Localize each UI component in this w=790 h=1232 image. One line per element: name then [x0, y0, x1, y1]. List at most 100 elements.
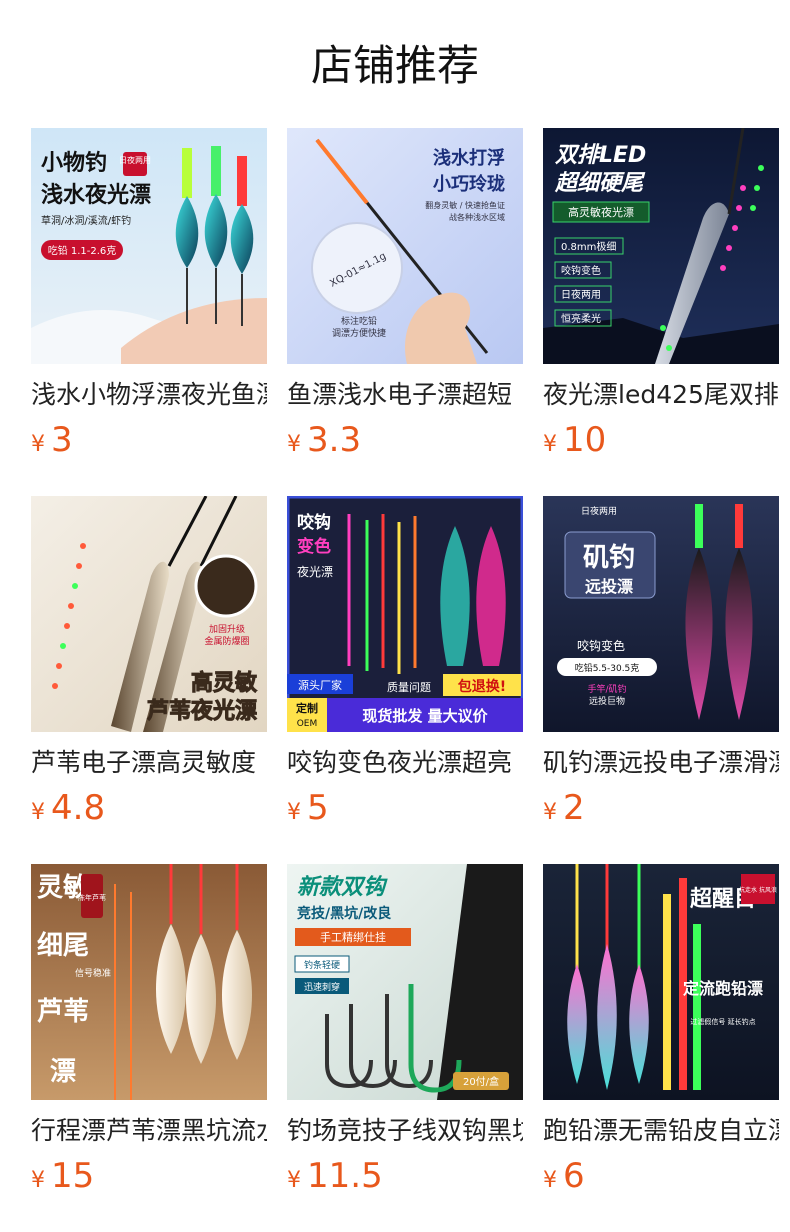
- product-name[interactable]: 行程漂芦苇漂黑坑流水: [31, 1114, 267, 1148]
- img-text: 超细硬尾: [554, 170, 646, 196]
- product-card[interactable]: 灵敏 细尾 芦苇 漂 陈年芦苇 信号稳准 行程漂芦苇漂黑坑流水 ¥15: [31, 864, 267, 1202]
- product-image[interactable]: 双排LED 超细硬尾 高灵敏夜光漂 0.8mm极细 咬钩变色 日夜两用 恒亮柔光: [543, 128, 779, 364]
- price-value: 10: [563, 420, 607, 460]
- product-name[interactable]: 咬钩变色夜光漂超亮: [287, 746, 523, 780]
- img-text: 源头厂家: [298, 678, 342, 692]
- img-text: 新款双钩: [297, 874, 388, 900]
- img-text: 现货批发 量大议价: [362, 707, 488, 725]
- price-value: 3.3: [307, 420, 362, 460]
- product-card[interactable]: 小物钓 日夜两用 浅水夜光漂 草洞/冰洞/溪流/虾钓 吃铅 1.1-2.6克 浅…: [31, 128, 267, 466]
- img-text: 浅水打浮: [433, 147, 505, 169]
- product-price: ¥3.3: [287, 420, 523, 466]
- img-text: 调漂方便快捷: [332, 327, 386, 339]
- img-text: 日夜两用: [581, 505, 617, 517]
- product-name[interactable]: 鱼漂浅水电子漂超短: [287, 378, 523, 412]
- img-text: 浅水夜光漂: [41, 182, 151, 208]
- img-text: 竞技/黑坑/改良: [297, 905, 391, 922]
- product-image[interactable]: XQ-01≈1.1g 浅水打浮 小巧玲珑 翻身灵敏 / 快速抢鱼证 战各种浅水区…: [287, 128, 523, 364]
- product-image[interactable]: 超醒目 定流跑铅漂 抗走水 抗风浪 过滤假信号 延长钓点: [543, 864, 779, 1100]
- product-image[interactable]: 咬钩 变色 夜光漂 源头厂家 质量问题 包退换! 定制 OEM 现货批发 量大议…: [287, 496, 523, 732]
- img-text: 夜光漂: [297, 564, 333, 579]
- img-chip: 恒亮柔光: [561, 312, 601, 325]
- img-text: 标注吃铅: [341, 315, 377, 327]
- img-tag: 抗走水 抗风浪: [739, 886, 777, 894]
- img-text: 手工精绑仕挂: [320, 930, 386, 944]
- product-card[interactable]: 日夜两用 矶钓 远投漂 咬钩变色 吃铅5.5-30.5克 手竿/矶钓 远投巨物 …: [543, 496, 779, 834]
- img-text: 质量问题: [387, 681, 431, 694]
- img-chip: 迅速刺穿: [304, 981, 340, 993]
- img-chip: 钓条轻硬: [304, 959, 340, 971]
- price-value: 11.5: [307, 1156, 383, 1196]
- img-text: 信号稳准: [75, 967, 111, 979]
- product-card[interactable]: XQ-01≈1.1g 浅水打浮 小巧玲珑 翻身灵敏 / 快速抢鱼证 战各种浅水区…: [287, 128, 523, 466]
- product-image[interactable]: 日夜两用 矶钓 远投漂 咬钩变色 吃铅5.5-30.5克 手竿/矶钓 远投巨物: [543, 496, 779, 732]
- img-text: 战各种浅水区域: [449, 212, 505, 222]
- product-price: ¥15: [31, 1156, 267, 1202]
- product-price: ¥6: [543, 1156, 779, 1202]
- img-text: 手竿/矶钓: [587, 683, 626, 695]
- currency-symbol: ¥: [287, 432, 301, 457]
- img-text: 变色: [297, 536, 331, 557]
- img-text: 加固升级: [209, 623, 245, 635]
- product-image[interactable]: 新款双钩 竞技/黑坑/改良 手工精绑仕挂 钓条轻硬 迅速刺穿 20付/盒: [287, 864, 523, 1100]
- product-name[interactable]: 跑铅漂无需铅皮自立漂: [543, 1114, 779, 1148]
- img-badge: 吃铅 1.1-2.6克: [48, 244, 117, 257]
- product-name[interactable]: 浅水小物浮漂夜光鱼漂: [31, 378, 267, 412]
- product-image[interactable]: 灵敏 细尾 芦苇 漂 陈年芦苇 信号稳准: [31, 864, 267, 1100]
- price-value: 15: [51, 1156, 95, 1196]
- product-name[interactable]: 芦苇电子漂高灵敏度: [31, 746, 267, 780]
- product-price: ¥5: [287, 788, 523, 834]
- currency-symbol: ¥: [31, 1168, 45, 1193]
- product-name[interactable]: 钓场竞技子线双钩黑坑: [287, 1114, 523, 1148]
- img-text: 小巧玲珑: [433, 173, 505, 195]
- currency-symbol: ¥: [543, 432, 557, 457]
- img-text: 小物钓: [41, 150, 107, 176]
- product-image[interactable]: 加固升级 金属防爆圈 高灵敏 芦苇夜光漂: [31, 496, 267, 732]
- product-card[interactable]: 双排LED 超细硬尾 高灵敏夜光漂 0.8mm极细 咬钩变色 日夜两用 恒亮柔光…: [543, 128, 779, 466]
- product-price: ¥4.8: [31, 788, 267, 834]
- product-image[interactable]: 小物钓 日夜两用 浅水夜光漂 草洞/冰洞/溪流/虾钓 吃铅 1.1-2.6克: [31, 128, 267, 364]
- product-price: ¥2: [543, 788, 779, 834]
- img-text: 20付/盒: [463, 1075, 499, 1088]
- product-card[interactable]: 咬钩 变色 夜光漂 源头厂家 质量问题 包退换! 定制 OEM 现货批发 量大议…: [287, 496, 523, 834]
- currency-symbol: ¥: [31, 432, 45, 457]
- price-value: 4.8: [51, 788, 106, 828]
- product-price: ¥11.5: [287, 1156, 523, 1202]
- img-chip: 0.8mm极细: [561, 240, 616, 253]
- img-text: 包退换!: [458, 678, 506, 695]
- section-title: 店铺推荐: [310, 41, 479, 90]
- img-text: OEM: [297, 719, 318, 729]
- price-value: 3: [51, 420, 73, 460]
- product-card[interactable]: 超醒目 定流跑铅漂 抗走水 抗风浪 过滤假信号 延长钓点 跑铅漂无需铅皮自立漂 …: [543, 864, 779, 1202]
- img-badge: 吃铅5.5-30.5克: [575, 662, 640, 674]
- img-text: 矶钓: [583, 543, 635, 573]
- img-text: 细尾: [37, 930, 89, 961]
- img-text: 高灵敏夜光漂: [568, 205, 634, 219]
- price-value: 6: [563, 1156, 585, 1196]
- img-chip: 咬钩变色: [561, 264, 601, 277]
- product-card[interactable]: 新款双钩 竞技/黑坑/改良 手工精绑仕挂 钓条轻硬 迅速刺穿 20付/盒 钓场竞…: [287, 864, 523, 1202]
- img-text: 翻身灵敏 / 快速抢鱼证: [425, 200, 505, 210]
- img-text: 远投漂: [585, 577, 633, 596]
- img-text: 咬钩变色: [577, 638, 625, 653]
- product-price: ¥10: [543, 420, 779, 466]
- img-text: 芦苇夜光漂: [147, 698, 257, 724]
- price-value: 2: [563, 788, 585, 828]
- product-name[interactable]: 矶钓漂远投电子漂滑漂: [543, 746, 779, 780]
- img-text: 定制: [296, 701, 318, 715]
- product-price: ¥3: [31, 420, 267, 466]
- img-chip: 日夜两用: [561, 288, 601, 301]
- currency-symbol: ¥: [543, 800, 557, 825]
- price-value: 5: [307, 788, 329, 828]
- img-text: 远投巨物: [589, 695, 625, 707]
- product-card[interactable]: 加固升级 金属防爆圈 高灵敏 芦苇夜光漂 芦苇电子漂高灵敏度 ¥4.8: [31, 496, 267, 834]
- currency-symbol: ¥: [543, 1168, 557, 1193]
- product-name[interactable]: 夜光漂led425尾双排: [543, 378, 779, 412]
- img-tag: 日夜两用: [119, 155, 151, 165]
- img-text: 芦苇: [37, 997, 89, 1027]
- currency-symbol: ¥: [31, 800, 45, 825]
- img-text: 高灵敏: [191, 670, 257, 696]
- img-text: 漂: [50, 1057, 76, 1087]
- img-text: 咬钩: [297, 512, 331, 533]
- img-text: 双排LED: [554, 143, 646, 168]
